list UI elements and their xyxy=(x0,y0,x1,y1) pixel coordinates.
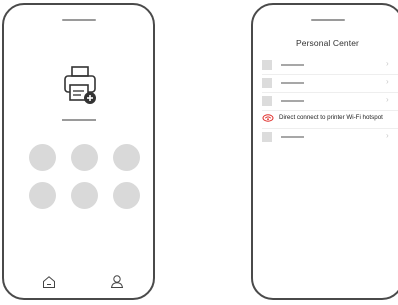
printer-add-icon xyxy=(64,66,96,104)
placeholder-text xyxy=(281,100,304,102)
user-tab[interactable] xyxy=(110,274,124,294)
divider-line xyxy=(62,119,96,121)
placeholder-text xyxy=(281,82,304,84)
chevron-right-icon: › xyxy=(386,95,389,104)
chevron-right-icon: › xyxy=(386,77,389,86)
home-icon xyxy=(43,276,55,288)
placeholder-text xyxy=(281,64,304,66)
placeholder-icon xyxy=(262,60,272,70)
placeholder-icon xyxy=(262,132,272,142)
divider xyxy=(262,128,398,129)
divider xyxy=(262,92,398,93)
wifi-link-icon xyxy=(262,114,274,122)
divider xyxy=(262,110,398,111)
phone-right: Personal Center › › › Direct connect to … xyxy=(251,3,398,300)
speaker-slot xyxy=(61,19,96,21)
page-title: Personal Center xyxy=(296,38,359,48)
direct-connect-label: Direct connect to printer Wi-Fi hotspot xyxy=(279,114,383,121)
chevron-right-icon: › xyxy=(386,59,389,68)
placeholder-circle[interactable] xyxy=(113,144,140,171)
placeholder-circle[interactable] xyxy=(71,182,98,209)
placeholder-circle[interactable] xyxy=(29,144,56,171)
phone-left xyxy=(2,3,155,300)
list-item[interactable]: › xyxy=(262,58,398,75)
placeholder-text xyxy=(281,136,304,138)
placeholder-circle[interactable] xyxy=(71,144,98,171)
divider xyxy=(262,74,398,75)
add-printer-button[interactable] xyxy=(62,65,102,109)
direct-connect-item[interactable]: Direct connect to printer Wi-Fi hotspot xyxy=(262,112,398,129)
placeholder-icon xyxy=(262,96,272,106)
list-item[interactable]: › xyxy=(262,94,398,111)
list-item[interactable]: › xyxy=(262,76,398,93)
home-tab[interactable] xyxy=(42,275,56,294)
placeholder-circle[interactable] xyxy=(29,182,56,209)
user-icon xyxy=(110,275,124,288)
placeholder-icon xyxy=(262,78,272,88)
chevron-right-icon: › xyxy=(386,131,389,140)
list-item[interactable]: › xyxy=(262,130,398,144)
placeholder-circle[interactable] xyxy=(113,182,140,209)
speaker-slot xyxy=(310,19,345,21)
